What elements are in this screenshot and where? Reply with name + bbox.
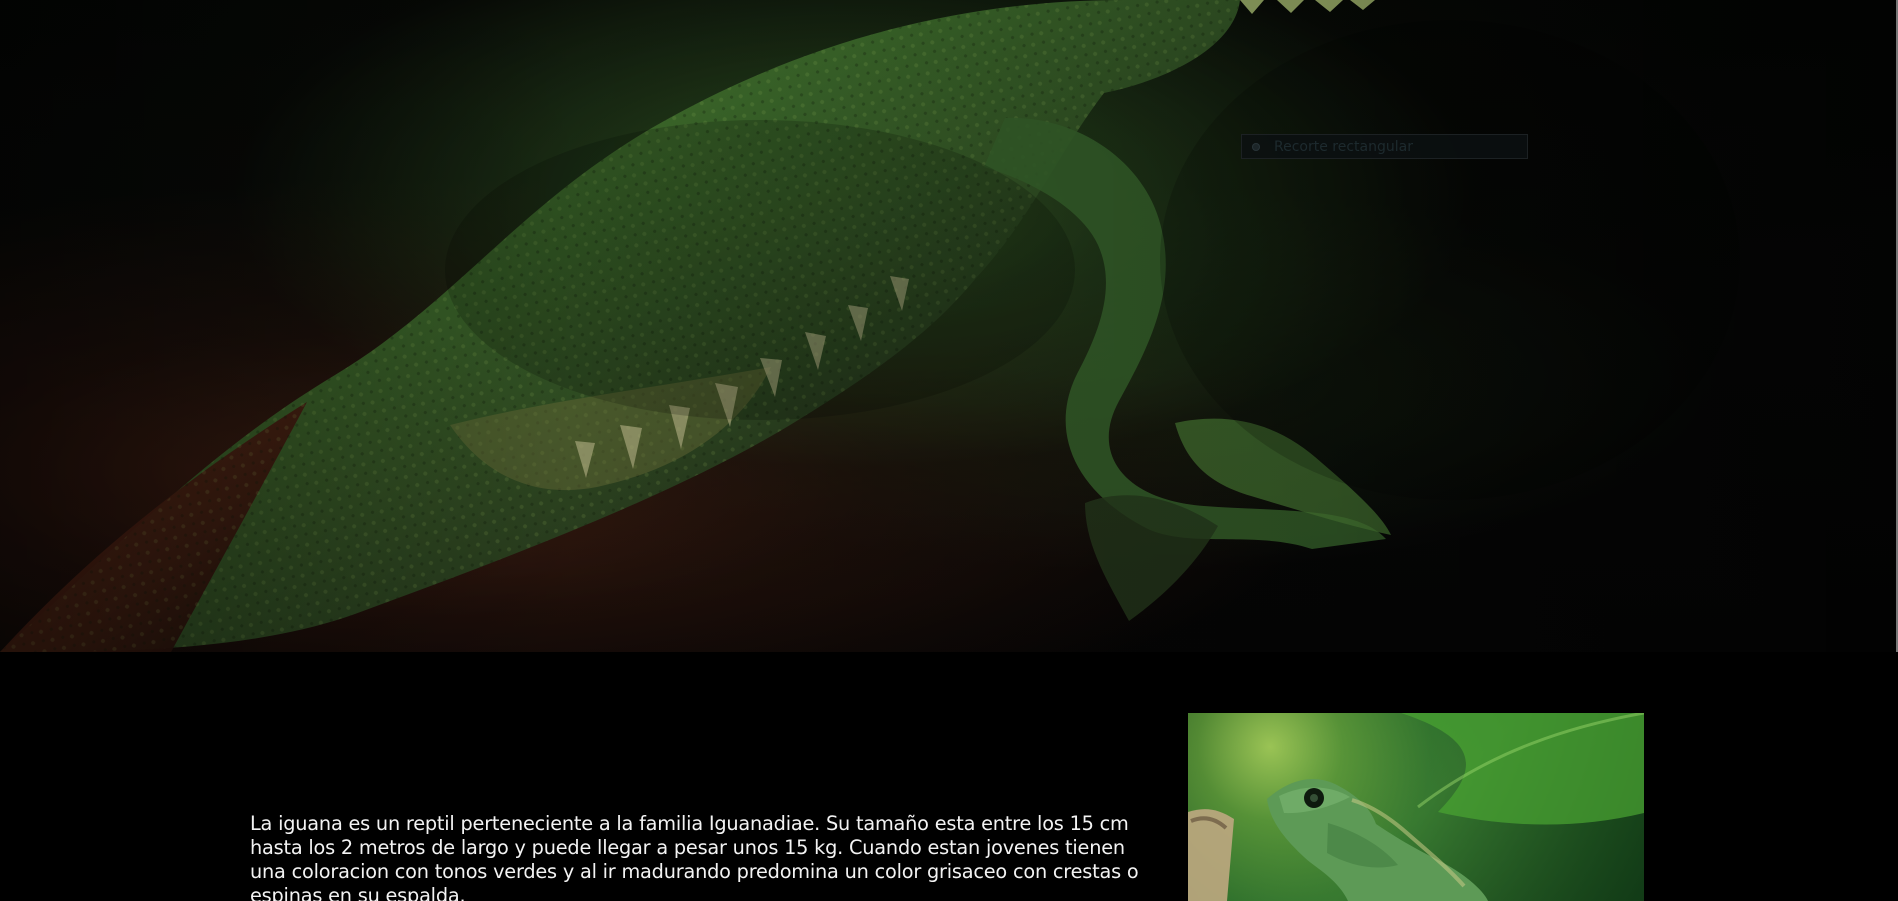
side-iguana-image [1188, 713, 1644, 901]
snip-icon [1252, 142, 1260, 151]
page: Recorte rectangular La iguana es un rept… [0, 0, 1898, 901]
iguana-description: La iguana es un reptil perteneciente a l… [250, 812, 1139, 901]
snip-tooltip: Recorte rectangular [1241, 134, 1528, 159]
side-iguana-illustration [1188, 713, 1644, 901]
hero-image: Recorte rectangular [0, 0, 1898, 652]
hero-dark-overlay [0, 0, 1898, 652]
snip-tooltip-label: Recorte rectangular [1274, 138, 1413, 155]
